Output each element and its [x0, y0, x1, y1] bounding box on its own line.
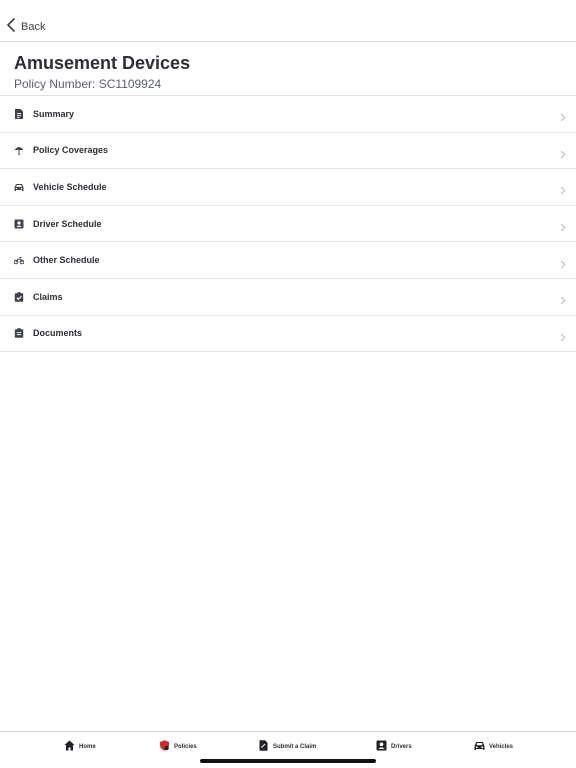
claim-doc-icon	[258, 738, 269, 756]
chevron-right-icon	[560, 219, 566, 232]
policy-detail-screen: Back Amusement Devices Policy Number: SC…	[0, 0, 576, 768]
menu-item-label: Other Schedule	[33, 255, 100, 266]
navigation-bar: Back	[0, 0, 576, 42]
policy-number: Policy Number: SC1109924	[14, 77, 162, 91]
chevron-right-icon	[560, 256, 566, 269]
tab-policies[interactable]: Policies	[159, 738, 197, 756]
id-card-icon	[14, 219, 24, 229]
chevron-left-icon	[6, 17, 16, 37]
chevron-right-icon	[560, 182, 566, 195]
shield-icon	[159, 738, 170, 756]
id-card-icon	[376, 738, 387, 756]
summary-icon	[14, 108, 24, 119]
tab-label: Submit a Claim	[273, 744, 317, 750]
car-icon	[474, 738, 485, 756]
tab-submit-claim[interactable]: Submit a Claim	[258, 738, 317, 756]
menu-item-label: Claims	[33, 291, 63, 302]
chevron-right-icon	[560, 146, 566, 159]
motorcycle-icon	[14, 255, 24, 265]
menu-item-other-schedule[interactable]: Other Schedule	[0, 242, 576, 279]
clipboard-list-icon	[14, 328, 24, 339]
menu-item-claims[interactable]: Claims	[0, 279, 576, 316]
umbrella-icon	[14, 145, 24, 156]
menu-item-label: Vehicle Schedule	[33, 181, 107, 192]
tab-label: Vehicles	[489, 744, 514, 750]
tab-drivers[interactable]: Drivers	[376, 738, 412, 756]
menu-item-documents[interactable]: Documents	[0, 316, 576, 353]
back-label: Back	[21, 21, 46, 33]
menu-item-label: Policy Coverages	[33, 145, 109, 156]
home-indicator[interactable]	[200, 759, 376, 763]
menu-item-driver-schedule[interactable]: Driver Schedule	[0, 206, 576, 243]
menu-item-label: Summary	[33, 108, 75, 119]
chevron-right-icon	[560, 292, 566, 305]
car-icon	[14, 182, 24, 192]
tab-label: Home	[79, 744, 96, 750]
tab-vehicles[interactable]: Vehicles	[474, 741, 513, 753]
menu-item-vehicle-schedule[interactable]: Vehicle Schedule	[0, 169, 576, 206]
tab-home[interactable]: Home	[64, 738, 96, 756]
chevron-right-icon	[560, 109, 566, 122]
menu-item-summary[interactable]: Summary	[0, 96, 576, 133]
policy-header: Amusement Devices Policy Number: SC11099…	[14, 52, 554, 92]
clipboard-check-icon	[14, 291, 24, 302]
policy-menu: Summary Policy Coverages Vehicle Schedul…	[0, 95, 576, 353]
chevron-right-icon	[560, 329, 566, 342]
menu-item-policy-coverages[interactable]: Policy Coverages	[0, 133, 576, 170]
tab-label: Drivers	[391, 744, 412, 750]
page-title: Amusement Devices	[14, 53, 191, 73]
menu-item-label: Driver Schedule	[33, 218, 102, 229]
home-icon	[64, 738, 75, 756]
menu-item-label: Documents	[33, 328, 83, 339]
back-button[interactable]: Back	[6, 16, 45, 38]
tab-label: Policies	[174, 744, 197, 750]
